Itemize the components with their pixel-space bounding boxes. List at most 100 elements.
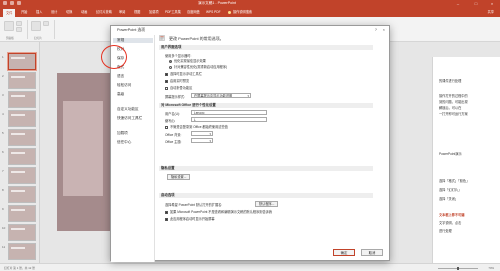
- thumb-stripe: [11, 171, 25, 173]
- check-mini-toolbar[interactable]: 选择时显示浮动工具栏: [165, 72, 202, 76]
- cut-icon[interactable]: [16, 21, 22, 26]
- thumb-number: 3: [2, 93, 4, 97]
- tab-wps-pdf[interactable]: WPS PDF: [206, 9, 221, 15]
- ribbon-divider: [27, 20, 28, 39]
- slide-thumbnail[interactable]: [8, 205, 36, 222]
- slide-thumbnail[interactable]: [8, 243, 36, 260]
- nav-advanced[interactable]: 高级: [117, 92, 124, 97]
- tab-review[interactable]: 审阅: [119, 9, 125, 15]
- thumb-number: 8: [2, 188, 4, 192]
- nav-trust-center[interactable]: 信任中心: [117, 140, 131, 145]
- ribbon-divider: [54, 20, 55, 39]
- slide-thumbnail[interactable]: [8, 110, 36, 127]
- check-collapse-ribbon[interactable]: 自动折叠功能区: [165, 86, 192, 90]
- tab-insert[interactable]: 插入: [36, 9, 42, 15]
- thumb-number: 7: [2, 169, 4, 173]
- thumb-stripe: [11, 133, 25, 135]
- slide-thumbnail[interactable]: [8, 224, 36, 241]
- default-programs-button[interactable]: 默认程序...: [255, 201, 279, 207]
- radio-on-icon[interactable]: [169, 59, 172, 63]
- tab-animations[interactable]: 动画: [81, 9, 87, 15]
- slide-thumbnail[interactable]: [8, 72, 36, 89]
- redo-icon[interactable]: [17, 1, 21, 5]
- title-bar: 演示文稿1 - PowerPoint – □ ×: [0, 0, 500, 7]
- doc-line: 一打开即可运行方案: [439, 112, 468, 116]
- nav-addins[interactable]: 加载项: [117, 131, 128, 136]
- section-personalize-title: 对 Microsoft Office 进行个性化设置: [159, 103, 373, 108]
- maximize-icon[interactable]: □: [470, 0, 482, 7]
- copy-icon[interactable]: [16, 27, 22, 32]
- zoom-slider[interactable]: [438, 267, 478, 270]
- check-start-screen[interactable]: 此应用程序启动时显示开始屏幕: [165, 217, 215, 221]
- initials-field[interactable]: L: [191, 117, 267, 122]
- doc-line: PowerPoint演示: [439, 152, 462, 156]
- tab-pdf-tools[interactable]: PDF工具集: [165, 9, 181, 15]
- close-icon[interactable]: ×: [383, 27, 385, 32]
- share-button[interactable]: 共享: [488, 9, 494, 15]
- nav-customize-ribbon[interactable]: 自定义功能区: [117, 107, 139, 112]
- slide-thumbnail[interactable]: [8, 148, 36, 165]
- save-icon[interactable]: [3, 1, 7, 5]
- doc-accent-text: 文本框上移不可编: [439, 213, 465, 217]
- ok-button[interactable]: 确定: [333, 249, 355, 256]
- highlight-oval: [101, 45, 127, 69]
- help-icon[interactable]: ?: [375, 27, 377, 32]
- privacy-settings-button[interactable]: 隐私设置...: [167, 174, 191, 180]
- nav-accessibility[interactable]: 轻松访问: [117, 83, 131, 88]
- zoom-level[interactable]: 70%: [488, 265, 494, 271]
- paste-icon[interactable]: [4, 21, 14, 31]
- radio-optimize-compat[interactable]: 针对兼容性优化(需重新启动应用程序): [169, 65, 227, 69]
- doc-line: 选择「幻灯片」: [439, 188, 462, 192]
- checkbox-checked-icon[interactable]: [165, 72, 168, 76]
- slide-thumbnail[interactable]: [8, 186, 36, 203]
- tell-me-search[interactable]: 操作说明搜索: [228, 9, 252, 15]
- radio-compat-label: 针对兼容性优化(需重新启动应用程序): [174, 65, 228, 69]
- zoom-knob[interactable]: [457, 267, 459, 270]
- slide-thumbnail[interactable]: [8, 167, 36, 184]
- check-live-preview[interactable]: 启用实时预览: [165, 79, 189, 83]
- slide-canvas[interactable]: [57, 73, 115, 231]
- tooltip-style-select[interactable]: 在屏幕提示中显示功能说明 ▾: [191, 93, 251, 98]
- check-tell-default[interactable]: 如果 Microsoft PowerPoint 不是查看和编辑演示文稿的默认程序…: [165, 210, 272, 214]
- slide-thumbnail[interactable]: [8, 129, 36, 146]
- slide-thumbnail[interactable]: [8, 53, 36, 70]
- nav-general[interactable]: 常规: [113, 38, 153, 43]
- radio-optimize-display[interactable]: 优化实现最佳显示效果: [169, 59, 206, 63]
- minimize-icon[interactable]: –: [452, 0, 464, 7]
- slide-thumbnail[interactable]: [8, 91, 36, 108]
- tab-slideshow[interactable]: 幻灯片放映: [96, 9, 112, 15]
- username-field[interactable]: Lenovo: [191, 110, 267, 115]
- dialog-title: PowerPoint 选项: [117, 28, 146, 32]
- checkbox-unchecked-icon[interactable]: [165, 125, 168, 129]
- radio-off-icon[interactable]: [169, 65, 172, 69]
- checkbox-checked-icon[interactable]: [165, 217, 168, 221]
- close-window-icon[interactable]: ×: [486, 0, 498, 7]
- new-slide-icon[interactable]: [31, 21, 41, 31]
- undo-icon[interactable]: [10, 1, 14, 5]
- options-header: 更改 PowerPoint 的常用选项。: [169, 36, 224, 41]
- cancel-button[interactable]: 取消: [361, 249, 383, 256]
- layout-icon[interactable]: [43, 21, 49, 26]
- checkbox-checked-icon[interactable]: [165, 210, 168, 214]
- doc-line: 选择「格式」「颜色」: [439, 179, 470, 183]
- office-background-select[interactable]: ▾: [191, 131, 213, 136]
- nav-language[interactable]: 语言: [117, 74, 124, 79]
- tab-view[interactable]: 视图: [134, 9, 140, 15]
- nav-quick-access[interactable]: 快速访问工具栏: [117, 116, 142, 121]
- office-theme-select[interactable]: ▾: [191, 138, 213, 143]
- tab-file[interactable]: 文件: [3, 9, 16, 17]
- slide-photo: [63, 101, 103, 196]
- options-nav: 常规 校对 保存 版式 语言 轻松访问 高级 自定义功能区 快速访问工具栏 加载…: [111, 35, 155, 262]
- thumb-stripe: [11, 247, 25, 249]
- tab-transitions[interactable]: 切换: [66, 9, 72, 15]
- tab-home[interactable]: 开始: [21, 9, 27, 15]
- thumb-stripe: [11, 76, 25, 78]
- checkbox-checked-icon[interactable]: [165, 79, 168, 83]
- thumb-stripe: [11, 57, 25, 59]
- tab-design[interactable]: 设计: [51, 9, 57, 15]
- thumb-number: 9: [2, 207, 4, 211]
- check-always-use-values[interactable]: 不管是否登录到 Office 都始终使用这些值: [165, 125, 228, 129]
- checkbox-unchecked-icon[interactable]: [165, 86, 168, 90]
- tab-baidu[interactable]: 百度网盘: [187, 9, 200, 15]
- tab-addins[interactable]: 加载项: [149, 9, 159, 15]
